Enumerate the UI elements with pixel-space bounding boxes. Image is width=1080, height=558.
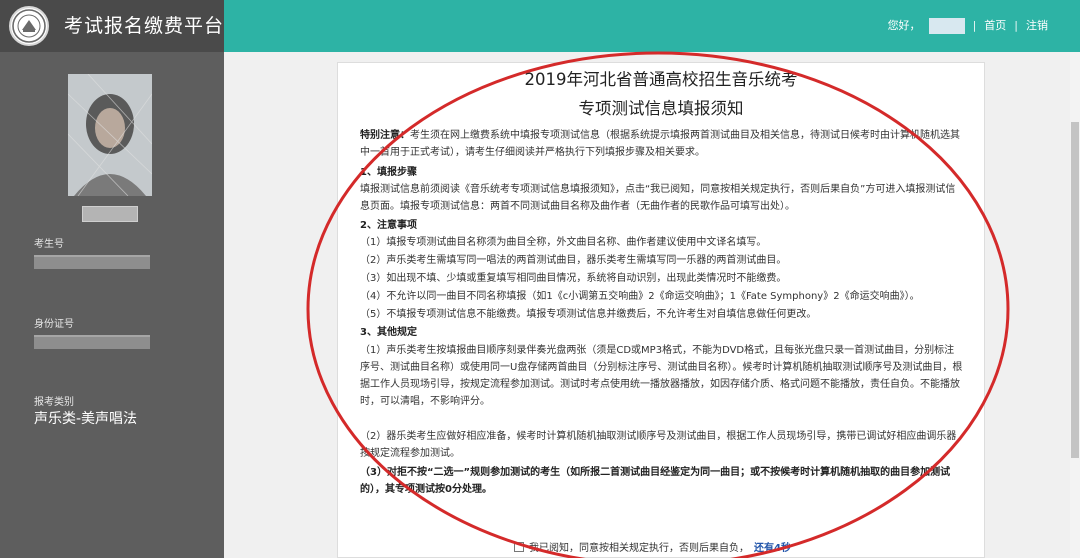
list-item: （3）对拒不按“二选一”规则参加测试的考生（如所报二首测试曲目经鉴定为同一曲目；… <box>360 464 964 498</box>
notice-title: 2019年河北省普通高校招生音乐统考 <box>524 70 798 89</box>
agree-text: 我已阅知，同意按相关规定执行，否则后果自负， <box>529 543 749 554</box>
app-title: 考试报名缴费平台 <box>64 15 225 37</box>
id-number-label: 身份证号 <box>34 319 74 330</box>
notice-panel: 2019年河北省普通高校招生音乐统考 专项测试信息填报须知 特别注意：考生须在网… <box>337 62 985 558</box>
special-notice: 特别注意：考生须在网上缴费系统中填报专项测试信息（根据系统提示填报两首测试曲目及… <box>360 127 964 161</box>
category-value: 声乐类-美声唱法 <box>34 411 138 427</box>
list-item: （5）不填报专项测试信息不能缴费。填报专项测试信息并缴费后，不允许考生对自填信息… <box>360 309 817 320</box>
nav-separator: | <box>1014 19 1018 32</box>
exam-number-label: 考生号 <box>34 239 64 250</box>
section-heading: 1、填报步骤 <box>360 164 964 181</box>
special-notice-label: 特别注意： <box>360 130 410 141</box>
category-label: 报考类别 <box>34 397 74 408</box>
section3-title: 3、其他规定 <box>360 327 417 338</box>
notice-subtitle: 专项测试信息填报须知 <box>578 99 744 118</box>
list-item: （3）如出现不填、少填或重复填写相同曲目情况，系统将自动识别，出现此类情况时不能… <box>360 273 787 284</box>
section2-title: 2、注意事项 <box>360 220 417 231</box>
agree-row: 我已阅知，同意按相关规定执行，否则后果自负， 还有4秒 <box>514 539 791 554</box>
list-item: （2）器乐类考生应做好相应准备，候考时计算机随机抽取测试顺序号及测试曲目，根据工… <box>360 431 957 459</box>
list-item: （1）声乐类考生按填报曲目顺序刻录伴奏光盘两张（须是CD或MP3格式，不能为DV… <box>360 345 963 407</box>
profile-sidebar: 考生号 身份证号 报考类别 声乐类-美声唱法 <box>0 52 224 558</box>
scrollbar-thumb[interactable] <box>1071 122 1079 458</box>
agree-checkbox[interactable] <box>514 541 524 552</box>
id-number-redacted <box>34 335 150 349</box>
section3-item3: （3）对拒不按“二选一”规则参加测试的考生（如所报二首测试曲目经鉴定为同一曲目；… <box>360 467 951 495</box>
special-notice-text: 考生须在网上缴费系统中填报专项测试信息（根据系统提示填报两首测试曲目及相关信息，… <box>360 130 960 158</box>
header-bar: 您好， | 首页 | 注销 <box>224 0 1080 52</box>
nav-separator: | <box>972 19 977 32</box>
section1-text: 填报测试信息前须阅读《音乐统考专项测试信息填报须知》，点击“我已阅知，同意按相关… <box>360 184 956 212</box>
greeting-text: 您好， <box>887 19 921 32</box>
exam-number-redacted <box>34 255 150 269</box>
section-heading: 2、注意事项 <box>360 217 964 234</box>
brand-area: 考试报名缴费平台 <box>0 0 224 52</box>
top-bar: 考试报名缴费平台 您好， | 首页 | 注销 <box>0 0 1080 52</box>
home-link[interactable]: 首页 <box>984 17 1006 35</box>
section-heading: 3、其他规定 <box>360 324 964 341</box>
school-seal-icon <box>9 6 49 46</box>
candidate-photo <box>68 74 152 196</box>
countdown-text: 还有4秒 <box>754 543 791 554</box>
user-menu: 您好， | 首页 | 注销 <box>888 17 1048 35</box>
logout-link[interactable]: 注销 <box>1026 17 1048 35</box>
page-scrollbar[interactable] <box>1070 52 1080 558</box>
username-redacted <box>928 18 965 34</box>
list-item: （4）不允许以同一曲目不同名称填报（如1《c小调第五交响曲》2《命运交响曲》；1… <box>360 291 920 302</box>
candidate-name-redacted <box>82 206 138 222</box>
list-item: （1）填报专项测试曲目名称须为曲目全称，外文曲目名称、曲作者建议使用中文译名填写… <box>360 237 767 248</box>
section1-title: 1、填报步骤 <box>360 167 417 178</box>
main-content: 2019年河北省普通高校招生音乐统考 专项测试信息填报须知 特别注意：考生须在网… <box>224 52 1080 558</box>
list-item: （2）声乐类考生需填写同一唱法的两首测试曲目，器乐类考生需填写同一乐器的两首测试… <box>360 255 787 266</box>
